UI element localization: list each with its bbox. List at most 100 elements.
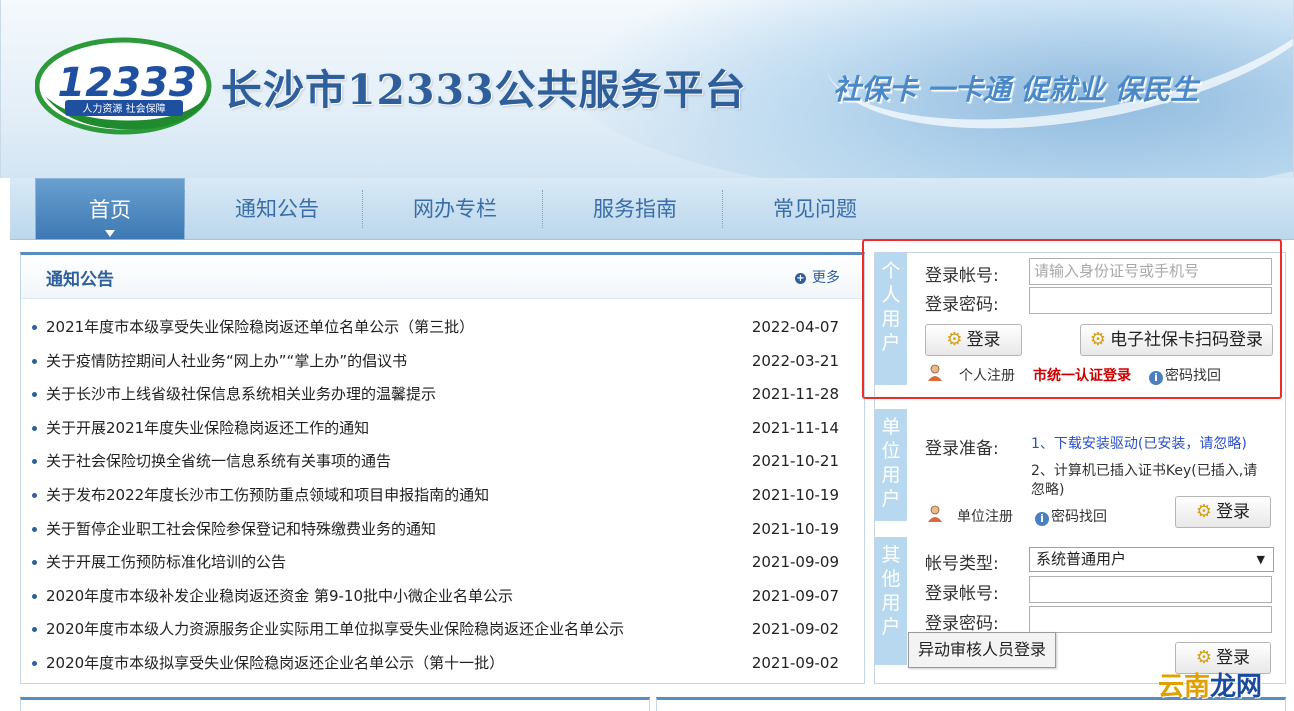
personal-recover-label: 密码找回 bbox=[1165, 368, 1221, 384]
certificate-key-hint: 2、计算机已插入证书Key(已插入,请忽略) bbox=[1031, 463, 1258, 498]
unified-auth-login-link[interactable]: 市统一认证登录 bbox=[1033, 365, 1131, 385]
bullet-icon bbox=[32, 325, 37, 330]
personal-password-input[interactable] bbox=[1029, 287, 1272, 314]
key-icon: ⚙ bbox=[946, 329, 963, 350]
notice-date: 2021-09-07 bbox=[751, 586, 839, 605]
other-account-label: 登录帐号: bbox=[925, 584, 999, 604]
notice-date: 2021-09-09 bbox=[751, 553, 839, 572]
tab-personal-user[interactable]: 个人用户 bbox=[875, 253, 907, 385]
list-item: 关于长沙市上线省级社保信息系统相关业务办理的温馨提示 2021-11-28 bbox=[21, 378, 864, 412]
tab-other-user[interactable]: 其他用户 bbox=[875, 537, 907, 665]
nav-online-services[interactable]: 网办专栏 bbox=[380, 178, 530, 240]
header-banner: 12333 人力资源 社会保障 长沙市12333公共服务平台 社保卡 一卡通 促… bbox=[0, 0, 1294, 178]
ecard-scan-login-button[interactable]: ⚙ 电子社保卡扫码登录 bbox=[1080, 324, 1273, 356]
notice-title-link[interactable]: 2020年度市本级拟享受失业保险稳岗返还企业名单公示（第十一批） bbox=[46, 647, 504, 681]
notice-title-link[interactable]: 2020年度市本级人力资源服务企业实际用工单位拟享受失业保险稳岗返还企业名单公示 bbox=[46, 613, 624, 647]
company-password-recover-link[interactable]: i 密码找回 bbox=[1035, 506, 1107, 526]
site-title: 长沙市12333公共服务平台 bbox=[221, 66, 747, 114]
company-recover-label: 密码找回 bbox=[1051, 509, 1107, 525]
account-type-value: 系统普通用户 bbox=[1036, 550, 1127, 568]
list-item: 关于开展工伤预防标准化培训的公告 2021-09-09 bbox=[21, 546, 864, 580]
other-login-label: 登录 bbox=[1216, 648, 1251, 668]
account-type-select[interactable]: 系统普通用户 ▼ bbox=[1029, 547, 1274, 572]
other-password-label: 登录密码: bbox=[925, 614, 999, 634]
tab-company-user[interactable]: 单位用户 bbox=[875, 409, 907, 521]
dropdown-arrow-icon: ▼ bbox=[1256, 553, 1265, 566]
nav-faq[interactable]: 常见问题 bbox=[740, 178, 890, 240]
personal-account-input[interactable]: 请输入身份证号或手机号 bbox=[1029, 258, 1272, 285]
notice-title-link[interactable]: 关于开展2021年度失业保险稳岗返还工作的通知 bbox=[46, 412, 369, 446]
list-item: 关于疫情防控期间人社业务“网上办”“掌上办”的倡议书 2022-03-21 bbox=[21, 345, 864, 379]
notice-title-link[interactable]: 关于长沙市上线省级社保信息系统相关业务办理的温馨提示 bbox=[46, 378, 436, 412]
person-icon bbox=[928, 505, 942, 522]
watermark: 云南龙网 bbox=[1158, 666, 1262, 703]
notice-title-link[interactable]: 关于发布2022年度长沙市工伤预防重点领域和项目申报指南的通知 bbox=[46, 479, 489, 513]
notice-date: 2021-11-28 bbox=[751, 385, 839, 404]
key-icon: ⚙ bbox=[1089, 329, 1107, 350]
notice-title-link[interactable]: 关于暂停企业职工社会保险参保登记和特殊缴费业务的通知 bbox=[46, 513, 436, 547]
list-item: 关于社会保险切换全省统一信息系统有关事项的通告 2021-10-21 bbox=[21, 445, 864, 479]
notice-panel: 通知公告 + 更多 2021年度市本级享受失业保险稳岗返还单位名单公示（第三批） 2… bbox=[20, 252, 865, 684]
list-item: 2020年度市本级人力资源服务企业实际用工单位拟享受失业保险稳岗返还企业名单公示… bbox=[21, 613, 864, 647]
nav-divider bbox=[184, 190, 185, 228]
logo-12333: 12333 人力资源 社会保障 bbox=[35, 37, 212, 135]
notice-list: 2021年度市本级享受失业保险稳岗返还单位名单公示（第三批） 2022-04-07… bbox=[21, 311, 864, 681]
nav-service-guide[interactable]: 服务指南 bbox=[560, 178, 710, 240]
nav-notices[interactable]: 通知公告 bbox=[202, 178, 352, 240]
key-icon: ⚙ bbox=[1195, 501, 1213, 522]
notice-title-link[interactable]: 关于疫情防控期间人社业务“网上办”“掌上办”的倡议书 bbox=[46, 345, 407, 379]
bullet-icon bbox=[32, 459, 37, 465]
watermark-part2: 龙网 bbox=[1210, 672, 1263, 702]
info-icon: i bbox=[1035, 512, 1049, 526]
notice-title-link[interactable]: 2020年度市本级补发企业稳岗返还资金 第9-10批中小微企业名单公示 bbox=[46, 580, 513, 614]
notice-title-link[interactable]: 2021年度市本级享受失业保险稳岗返还单位名单公示（第三批） bbox=[46, 311, 474, 345]
company-login-label: 登录 bbox=[1216, 502, 1251, 522]
bullet-icon bbox=[32, 425, 37, 431]
company-register-link[interactable]: 单位注册 bbox=[957, 506, 1013, 526]
list-item: 关于开展2021年度失业保险稳岗返还工作的通知 2021-11-14 bbox=[21, 412, 864, 446]
notice-title-link[interactable]: 关于社会保险切换全省统一信息系统有关事项的通告 bbox=[46, 445, 391, 479]
logo-number: 12333 bbox=[57, 60, 196, 106]
notice-date: 2021-10-19 bbox=[751, 519, 839, 538]
list-item: 2020年度市本级拟享受失业保险稳岗返还企业名单公示（第十一批） 2021-09-… bbox=[21, 647, 864, 681]
notice-date: 2021-09-02 bbox=[751, 620, 839, 639]
other-password-input[interactable] bbox=[1029, 606, 1272, 633]
bullet-icon bbox=[32, 358, 37, 364]
personal-password-recover-link[interactable]: i 密码找回 bbox=[1149, 365, 1221, 385]
notice-date: 2021-09-02 bbox=[751, 653, 839, 672]
logo-subtitle: 人力资源 社会保障 bbox=[82, 102, 165, 115]
more-link[interactable]: + 更多 bbox=[795, 267, 840, 287]
list-item: 2021年度市本级享受失业保险稳岗返还单位名单公示（第三批） 2022-04-07 bbox=[21, 311, 864, 345]
nav-divider bbox=[722, 190, 723, 228]
notice-date: 2022-04-07 bbox=[751, 318, 839, 336]
account-type-label: 帐号类型: bbox=[925, 554, 999, 574]
notice-date: 2021-10-19 bbox=[751, 485, 839, 504]
personal-register-link[interactable]: 个人注册 bbox=[959, 365, 1015, 385]
personal-account-label: 登录帐号: bbox=[925, 266, 999, 286]
bullet-icon bbox=[32, 392, 37, 398]
notice-date: 2022-03-21 bbox=[751, 351, 839, 370]
notice-title-link[interactable]: 关于开展工伤预防标准化培训的公告 bbox=[46, 546, 286, 580]
bullet-icon bbox=[32, 526, 37, 532]
nav-divider bbox=[362, 190, 363, 228]
nav-home-label: 首页 bbox=[89, 198, 131, 222]
tooltip: 异动审核人员登录 bbox=[908, 632, 1057, 668]
personal-login-label: 登录 bbox=[966, 330, 1001, 350]
notice-panel-title: 通知公告 bbox=[46, 270, 114, 290]
other-account-input[interactable] bbox=[1029, 576, 1272, 603]
notice-date: 2021-11-14 bbox=[751, 418, 839, 437]
nav-home[interactable]: 首页 bbox=[35, 178, 185, 240]
company-login-button[interactable]: ⚙ 登录 bbox=[1175, 496, 1271, 528]
nav-divider bbox=[542, 190, 543, 228]
list-item: 2020年度市本级补发企业稳岗返还资金 第9-10批中小微企业名单公示 2021-… bbox=[21, 580, 864, 614]
notice-date: 2021-10-21 bbox=[751, 452, 839, 471]
person-icon bbox=[928, 364, 942, 381]
watermark-part1: 云南 bbox=[1158, 672, 1211, 702]
download-driver-link[interactable]: 1、下载安装驱动(已安装，请忽略) bbox=[1031, 433, 1247, 453]
bottom-panel-left bbox=[20, 697, 650, 711]
ecard-scan-login-label: 电子社保卡扫码登录 bbox=[1110, 330, 1264, 350]
company-prep-label: 登录准备: bbox=[925, 439, 999, 459]
plus-circle-icon: + bbox=[795, 273, 806, 284]
bullet-icon bbox=[32, 593, 37, 599]
personal-login-button[interactable]: ⚙ 登录 bbox=[925, 324, 1022, 356]
